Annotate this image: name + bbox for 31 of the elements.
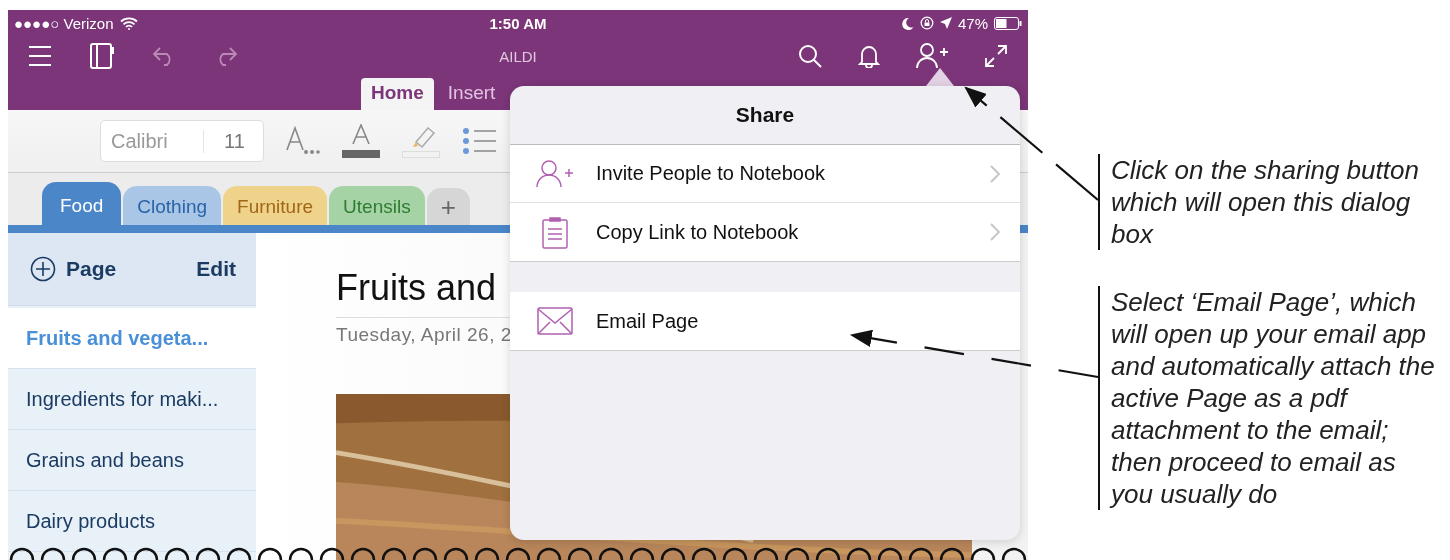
location-arrow-icon bbox=[939, 17, 952, 29]
bell-icon[interactable] bbox=[858, 44, 880, 68]
ribbon-tab[interactable]: Home bbox=[361, 78, 434, 110]
battery-percent: 47% bbox=[957, 14, 988, 32]
add-page-button[interactable]: Page bbox=[24, 255, 123, 283]
page-date: Tuesday, April 26, 2 bbox=[336, 324, 513, 346]
font-field[interactable]: Calibri 11 bbox=[100, 120, 264, 162]
status-time: 1:50 AM bbox=[489, 14, 547, 32]
add-section-button[interactable]: + bbox=[426, 188, 470, 225]
add-person-icon bbox=[536, 159, 574, 188]
font-color-icon[interactable] bbox=[341, 124, 380, 158]
notebook-icon[interactable] bbox=[90, 43, 114, 69]
wifi-icon bbox=[119, 16, 138, 30]
annotation-text: Click on the sharing button which will open this dialog box bbox=[1098, 154, 1441, 250]
add-person-icon[interactable] bbox=[916, 43, 948, 69]
search-icon[interactable] bbox=[798, 44, 822, 68]
bullet-list-icon[interactable] bbox=[461, 127, 496, 155]
notebook-title: AILDI bbox=[499, 47, 537, 65]
rotation-lock-icon bbox=[919, 16, 934, 30]
moon-icon bbox=[901, 16, 914, 30]
menu-icon[interactable] bbox=[28, 45, 52, 67]
expand-icon[interactable] bbox=[984, 44, 1008, 68]
font-style-icon[interactable] bbox=[285, 126, 320, 156]
carrier-label: ●●●●○ Verizon bbox=[14, 14, 114, 32]
annotation-text: Select ‘Email Page’, which will open up your email app and automatically attach the active Page as a pdf attachment to the email; then proceed to email as you usually do bbox=[1098, 286, 1441, 510]
plus-circle-icon bbox=[30, 256, 56, 282]
edit-button[interactable]: Edit bbox=[190, 256, 242, 282]
ribbon-tab[interactable]: Insert bbox=[437, 78, 506, 110]
battery-icon bbox=[994, 16, 1022, 30]
envelope-icon bbox=[536, 307, 574, 335]
section-tab[interactable]: Food bbox=[42, 182, 122, 225]
